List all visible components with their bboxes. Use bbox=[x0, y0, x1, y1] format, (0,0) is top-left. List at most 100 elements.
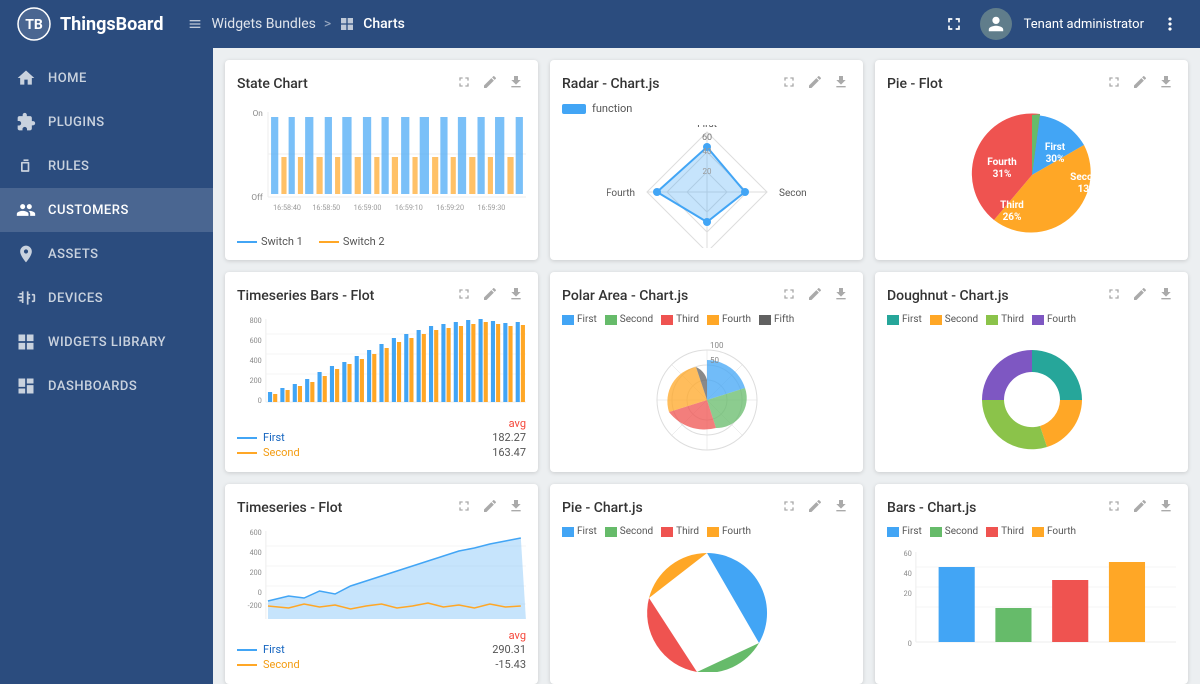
download-button[interactable] bbox=[831, 496, 851, 520]
widget-header: Timeseries Bars - Flot bbox=[237, 284, 526, 308]
expand-button[interactable] bbox=[779, 496, 799, 520]
avatar[interactable] bbox=[980, 8, 1012, 40]
topbar-actions: Tenant administrator bbox=[940, 8, 1184, 40]
pie-chartjs-area bbox=[562, 547, 851, 672]
edit-button[interactable] bbox=[805, 284, 825, 308]
widget-pie-flot: Pie - Flot bbox=[875, 60, 1188, 260]
download-button[interactable] bbox=[1156, 284, 1176, 308]
svg-text:16:59:10: 16:59:10 bbox=[395, 203, 423, 212]
radar-legend: function bbox=[562, 102, 851, 115]
sidebar-item-home[interactable]: HOME bbox=[0, 56, 213, 100]
widget-actions bbox=[454, 496, 526, 520]
edit-button[interactable] bbox=[805, 72, 825, 96]
download-button[interactable] bbox=[1156, 496, 1176, 520]
edit-button[interactable] bbox=[480, 72, 500, 96]
download-button[interactable] bbox=[506, 72, 526, 96]
widget-actions bbox=[779, 496, 851, 520]
widget-actions bbox=[779, 284, 851, 308]
expand-button[interactable] bbox=[1104, 284, 1124, 308]
svg-text:40: 40 bbox=[702, 147, 711, 156]
svg-text:40: 40 bbox=[904, 569, 912, 578]
svg-text:200: 200 bbox=[250, 376, 262, 385]
polar-chart-area: 100 50 bbox=[562, 335, 851, 460]
sidebar-item-devices[interactable]: DEVICES bbox=[0, 276, 213, 320]
main-layout: HOME PLUGINS RULES CUSTOMERS ASSETS DEVI… bbox=[0, 48, 1200, 684]
sidebar-item-plugins[interactable]: PLUGINS bbox=[0, 100, 213, 144]
svg-text:20: 20 bbox=[702, 167, 711, 176]
ts-line-stats: avg First 290.31 Second -15.43 bbox=[237, 629, 526, 672]
bars-chartjs-area: 60 40 20 0 bbox=[887, 547, 1176, 672]
svg-text:First: First bbox=[1044, 142, 1065, 153]
svg-text:100: 100 bbox=[710, 341, 724, 350]
ts-stat-second: Second -15.43 bbox=[237, 657, 526, 672]
doughnut-chart-area bbox=[887, 335, 1176, 460]
expand-button[interactable] bbox=[1104, 72, 1124, 96]
svg-text:TB: TB bbox=[25, 17, 43, 33]
expand-button[interactable] bbox=[1104, 496, 1124, 520]
widget-doughnut-chartjs: Doughnut - Chart.js First Second bbox=[875, 272, 1188, 472]
widget-title: Pie - Chart.js bbox=[562, 500, 643, 516]
expand-button[interactable] bbox=[779, 72, 799, 96]
ts-bars-stats: avg First 182.27 Second 163.47 bbox=[237, 417, 526, 460]
widget-actions bbox=[454, 72, 526, 96]
svg-text:On: On bbox=[253, 108, 263, 118]
state-chart-legend: Switch 1 Switch 2 bbox=[237, 235, 526, 248]
widget-header: Polar Area - Chart.js bbox=[562, 284, 851, 308]
expand-button[interactable] bbox=[454, 496, 474, 520]
edit-button[interactable] bbox=[480, 496, 500, 520]
ts-first-label: First bbox=[237, 643, 285, 656]
edit-button[interactable] bbox=[1130, 496, 1150, 520]
widget-actions bbox=[1104, 496, 1176, 520]
edit-button[interactable] bbox=[805, 496, 825, 520]
svg-text:Second: Second bbox=[1070, 172, 1104, 183]
svg-text:600: 600 bbox=[250, 336, 262, 345]
bars-chartjs-legend: First Second Third Fourth bbox=[887, 526, 1176, 537]
pie-chartjs-legend: First Second Third Fourth bbox=[562, 526, 851, 537]
download-button[interactable] bbox=[831, 284, 851, 308]
legend-item-switch1: Switch 1 bbox=[237, 235, 303, 248]
download-button[interactable] bbox=[506, 496, 526, 520]
widget-title: Bars - Chart.js bbox=[887, 500, 976, 516]
download-button[interactable] bbox=[831, 72, 851, 96]
tenant-label: Tenant administrator bbox=[1024, 17, 1144, 32]
widget-radar-chartjs: Radar - Chart.js function bbox=[550, 60, 863, 260]
sidebar-item-widgets[interactable]: WIDGETS LIBRARY bbox=[0, 320, 213, 364]
topbar: TB ThingsBoard Widgets Bundles > Charts … bbox=[0, 0, 1200, 48]
logo[interactable]: TB ThingsBoard bbox=[16, 6, 163, 42]
sidebar-item-assets[interactable]: ASSETS bbox=[0, 232, 213, 276]
widget-title: Pie - Flot bbox=[887, 76, 943, 92]
fullscreen-button[interactable] bbox=[940, 10, 968, 38]
svg-text:30%: 30% bbox=[1045, 154, 1064, 165]
expand-button[interactable] bbox=[454, 72, 474, 96]
edit-button[interactable] bbox=[480, 284, 500, 308]
download-button[interactable] bbox=[506, 284, 526, 308]
svg-text:16:59:00: 16:59:00 bbox=[354, 203, 382, 212]
svg-text:60: 60 bbox=[904, 549, 912, 558]
widget-header: Radar - Chart.js bbox=[562, 72, 851, 96]
svg-text:600: 600 bbox=[250, 528, 262, 537]
ts-second-label: Second bbox=[237, 658, 300, 671]
svg-text:16:58:50: 16:58:50 bbox=[312, 203, 340, 212]
edit-button[interactable] bbox=[1130, 72, 1150, 96]
pie-flot-area: First 30% Fourth 31% Third 26% Second 13… bbox=[887, 102, 1176, 248]
expand-button[interactable] bbox=[454, 284, 474, 308]
menu-button[interactable] bbox=[1156, 10, 1184, 38]
widget-header: Doughnut - Chart.js bbox=[887, 284, 1176, 308]
widget-header: Bars - Chart.js bbox=[887, 496, 1176, 520]
widget-actions bbox=[779, 72, 851, 96]
sidebar-item-customers[interactable]: CUSTOMERS bbox=[0, 188, 213, 232]
svg-text:0: 0 bbox=[258, 588, 262, 597]
sidebar-item-rules[interactable]: RULES bbox=[0, 144, 213, 188]
svg-text:Third: Third bbox=[1000, 200, 1024, 211]
expand-button[interactable] bbox=[779, 284, 799, 308]
avg-label: avg bbox=[237, 417, 526, 430]
chart-area: On Off bbox=[237, 102, 526, 225]
legend-item-switch2: Switch 2 bbox=[319, 235, 385, 248]
content-grid: State Chart On Off bbox=[213, 48, 1200, 684]
sidebar-item-dashboards[interactable]: DASHBOARDS bbox=[0, 364, 213, 408]
doughnut-legend: First Second Third Fourth bbox=[887, 314, 1176, 325]
download-button[interactable] bbox=[1156, 72, 1176, 96]
svg-text:16:59:20: 16:59:20 bbox=[436, 203, 464, 212]
edit-button[interactable] bbox=[1130, 284, 1150, 308]
widget-polar-area-chartjs: Polar Area - Chart.js First Second bbox=[550, 272, 863, 472]
